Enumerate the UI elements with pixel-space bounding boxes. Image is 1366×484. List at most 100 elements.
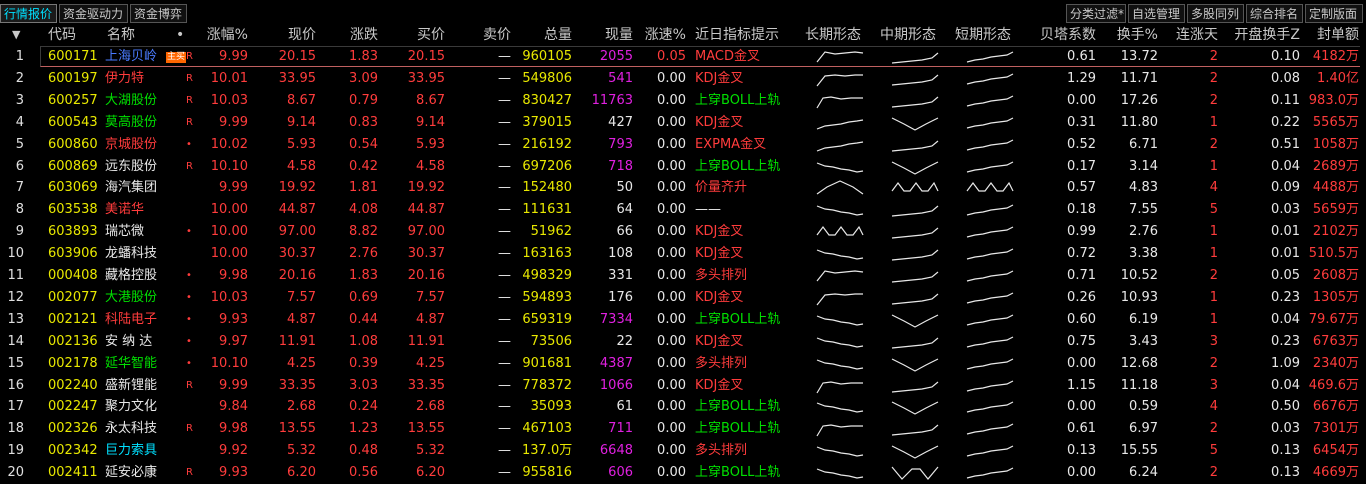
table-row[interactable]: 13 002121 科陆电子 • 9.93 4.87 0.44 4.87—659319 7334… bbox=[0, 309, 1366, 331]
total-volume: 467103 bbox=[522, 421, 572, 437]
scrollbar[interactable] bbox=[1360, 24, 1366, 484]
change: 0.39 bbox=[349, 355, 378, 371]
turnover: 6.24 bbox=[1129, 465, 1158, 481]
seal-amount: 2689万 bbox=[1312, 158, 1359, 174]
turnover: 13.72 bbox=[1120, 49, 1158, 64]
header-long-pattern[interactable]: 长期形态 bbox=[805, 24, 861, 46]
header-beta[interactable]: 贝塔系数 bbox=[1030, 24, 1096, 46]
current-volume: 50 bbox=[616, 180, 633, 196]
seal-amount: 79.67万 bbox=[1308, 311, 1359, 327]
tab-fund-game[interactable]: 资金博弈 bbox=[130, 4, 187, 23]
header-open-turnover[interactable]: 开盘换手Z bbox=[1224, 24, 1300, 46]
indicator-hint: KDJ金叉 bbox=[695, 333, 744, 349]
table-row[interactable]: 16 002240 盛新锂能 R 9.99 33.35 3.03 33.35—778372 10… bbox=[0, 375, 1366, 397]
price: 8.67 bbox=[287, 92, 316, 108]
header-ask[interactable]: 卖价 bbox=[463, 24, 511, 46]
header-flag[interactable]: • bbox=[176, 24, 184, 46]
short-pattern-sparkline-icon bbox=[966, 401, 1014, 413]
row-index: 9 bbox=[15, 224, 24, 240]
header-mid-pattern[interactable]: 中期形态 bbox=[880, 24, 936, 46]
price: 33.95 bbox=[278, 70, 316, 86]
stock-name: 龙蟠科技 bbox=[105, 246, 158, 262]
indicator-hint: KDJ金叉 bbox=[695, 377, 744, 393]
change: 0.24 bbox=[349, 399, 378, 415]
table-row[interactable]: 12 002077 大港股份 • 10.03 7.57 0.69 7.57—594893 176… bbox=[0, 287, 1366, 309]
category-filter-button[interactable]: 分类过滤* bbox=[1066, 4, 1126, 23]
tab-quotes[interactable]: 行情报价 bbox=[0, 4, 57, 23]
watchlist-manage-button[interactable]: 自选管理 bbox=[1128, 4, 1185, 23]
header-speed[interactable]: 涨速% bbox=[638, 24, 686, 46]
tab-fund-drive[interactable]: 资金驱动力 bbox=[59, 4, 128, 23]
ask-price: — bbox=[498, 136, 511, 152]
stock-name: 盛新锂能 bbox=[105, 377, 158, 393]
seal-amount: 6454万 bbox=[1312, 443, 1359, 459]
header-indicator-hint[interactable]: 近日指标提示 bbox=[695, 24, 779, 46]
header-bid[interactable]: 买价 bbox=[393, 24, 445, 46]
bid-price: 13.55 bbox=[407, 421, 445, 437]
row-index: 12 bbox=[7, 289, 24, 305]
header-price[interactable]: 现价 bbox=[262, 24, 316, 46]
bid-price: 44.87 bbox=[407, 202, 445, 218]
indicator-hint: EXPMA金叉 bbox=[695, 136, 767, 152]
speed: 0.00 bbox=[657, 158, 686, 174]
table-row[interactable]: 3 600257 大湖股份 R 10.03 8.67 0.79 8.67—830427 1176… bbox=[0, 90, 1366, 112]
table-row[interactable]: 19 002342 巨力索具 9.92 5.32 0.48 5.32 — 137.0万 6648 0… bbox=[0, 440, 1366, 462]
seal-amount: 4182万 bbox=[1312, 49, 1359, 64]
header-seal-amount[interactable]: 封单额 bbox=[1306, 24, 1359, 46]
table-row[interactable]: 20 002411 延安必康 R 9.93 6.20 0.56 6.20—955816 606 0… bbox=[0, 462, 1366, 484]
mid-pattern-sparkline-icon bbox=[891, 205, 939, 217]
custom-layout-button[interactable]: 定制版面 bbox=[1305, 4, 1363, 23]
table-row[interactable]: 18 002326 永太科技 R 9.98 13.55 1.23 13.55—467103 71… bbox=[0, 418, 1366, 440]
short-pattern-sparkline-icon bbox=[966, 358, 1014, 370]
multi-stock-button[interactable]: 多股同列 bbox=[1187, 4, 1244, 23]
table-row[interactable]: 6 600869 远东股份 R 10.10 4.58 0.42 4.58—697206 718 0… bbox=[0, 156, 1366, 178]
speed: 0.00 bbox=[657, 114, 686, 130]
table-row[interactable]: 1 600171 上海贝岭 R 9.99 20.15 1.83 20.15—960105 205… bbox=[0, 46, 1366, 68]
change: 0.54 bbox=[349, 136, 378, 152]
ranking-button[interactable]: 综合排名 bbox=[1246, 4, 1303, 23]
header-code[interactable]: 代码 bbox=[48, 24, 76, 46]
table-row[interactable]: 11 000408 藏格控股 • 9.98 20.16 1.83 20.16—498329 33… bbox=[0, 265, 1366, 287]
speed: 0.00 bbox=[657, 92, 686, 108]
consecutive-days: 1 bbox=[1209, 114, 1218, 130]
header-change[interactable]: 涨跌 bbox=[330, 24, 378, 46]
table-row[interactable]: 5 600860 京城股份 • 10.02 5.93 0.54 5.93—216192 793 0… bbox=[0, 134, 1366, 156]
price: 13.55 bbox=[278, 421, 316, 437]
table-row[interactable]: 17 002247 聚力文化 9.84 2.68 0.24 2.68 — 35093 61 0.00… bbox=[0, 396, 1366, 418]
row-index: 5 bbox=[15, 136, 24, 152]
table-row[interactable]: 8 603538 美诺华 10.00 44.87 4.08 44.87 — 111631 64 0.… bbox=[0, 199, 1366, 221]
short-pattern-sparkline-icon bbox=[966, 379, 1014, 392]
table-row[interactable]: 7 603069 海汽集团 9.99 19.92 1.81 19.92 — 152480 50 0.… bbox=[0, 177, 1366, 199]
consecutive-days: 3 bbox=[1209, 333, 1218, 349]
row-index: 6 bbox=[15, 158, 24, 174]
current-volume: 176 bbox=[608, 289, 633, 305]
current-volume: 793 bbox=[608, 136, 633, 152]
header-volume[interactable]: 总量 bbox=[522, 24, 572, 46]
header-current-volume[interactable]: 现量 bbox=[585, 24, 633, 46]
header-consecutive-days[interactable]: 连涨天 bbox=[1168, 24, 1218, 46]
current-volume: 718 bbox=[608, 158, 633, 174]
current-volume: 22 bbox=[616, 333, 633, 349]
header-short-pattern[interactable]: 短期形态 bbox=[955, 24, 1011, 46]
bid-price: 4.25 bbox=[416, 355, 445, 371]
header-pct[interactable]: 涨幅% bbox=[190, 24, 248, 46]
table-row[interactable]: 14 002136 安 纳 达 • 9.97 11.91 1.08 11.91—73506 22… bbox=[0, 331, 1366, 353]
short-pattern-sparkline-icon bbox=[966, 445, 1014, 457]
long-pattern-sparkline-icon bbox=[816, 380, 863, 393]
row-index: 3 bbox=[15, 92, 24, 108]
short-pattern-sparkline-icon bbox=[966, 95, 1014, 107]
table-row[interactable]: 4 600543 莫高股份 R 9.99 9.14 0.83 9.14—379015 427 0.… bbox=[0, 112, 1366, 134]
speed: 0.05 bbox=[657, 49, 686, 64]
sort-arrow-icon[interactable]: ▼ bbox=[12, 24, 20, 46]
price: 5.93 bbox=[287, 136, 316, 152]
beta: 0.13 bbox=[1067, 443, 1096, 459]
header-name[interactable]: 名称 bbox=[107, 24, 135, 46]
beta: 0.60 bbox=[1067, 311, 1096, 327]
table-row[interactable]: 2 600197 伊力特 R 10.01 33.95 3.09 33.95—549806 541… bbox=[0, 68, 1366, 90]
pct-change: 9.98 bbox=[219, 421, 248, 437]
header-turnover[interactable]: 换手% bbox=[1100, 24, 1158, 46]
table-row[interactable]: 10 603906 龙蟠科技 10.00 30.37 2.76 30.37—163163 10… bbox=[0, 243, 1366, 265]
table-row[interactable]: 9 603893 瑞芯微 • 10.00 97.00 8.82 97.00—51962 66 0.… bbox=[0, 221, 1366, 243]
table-row[interactable]: 15 002178 延华智能 • 10.10 4.25 0.39 4.25—901681 438… bbox=[0, 353, 1366, 375]
turnover: 11.71 bbox=[1120, 70, 1158, 86]
